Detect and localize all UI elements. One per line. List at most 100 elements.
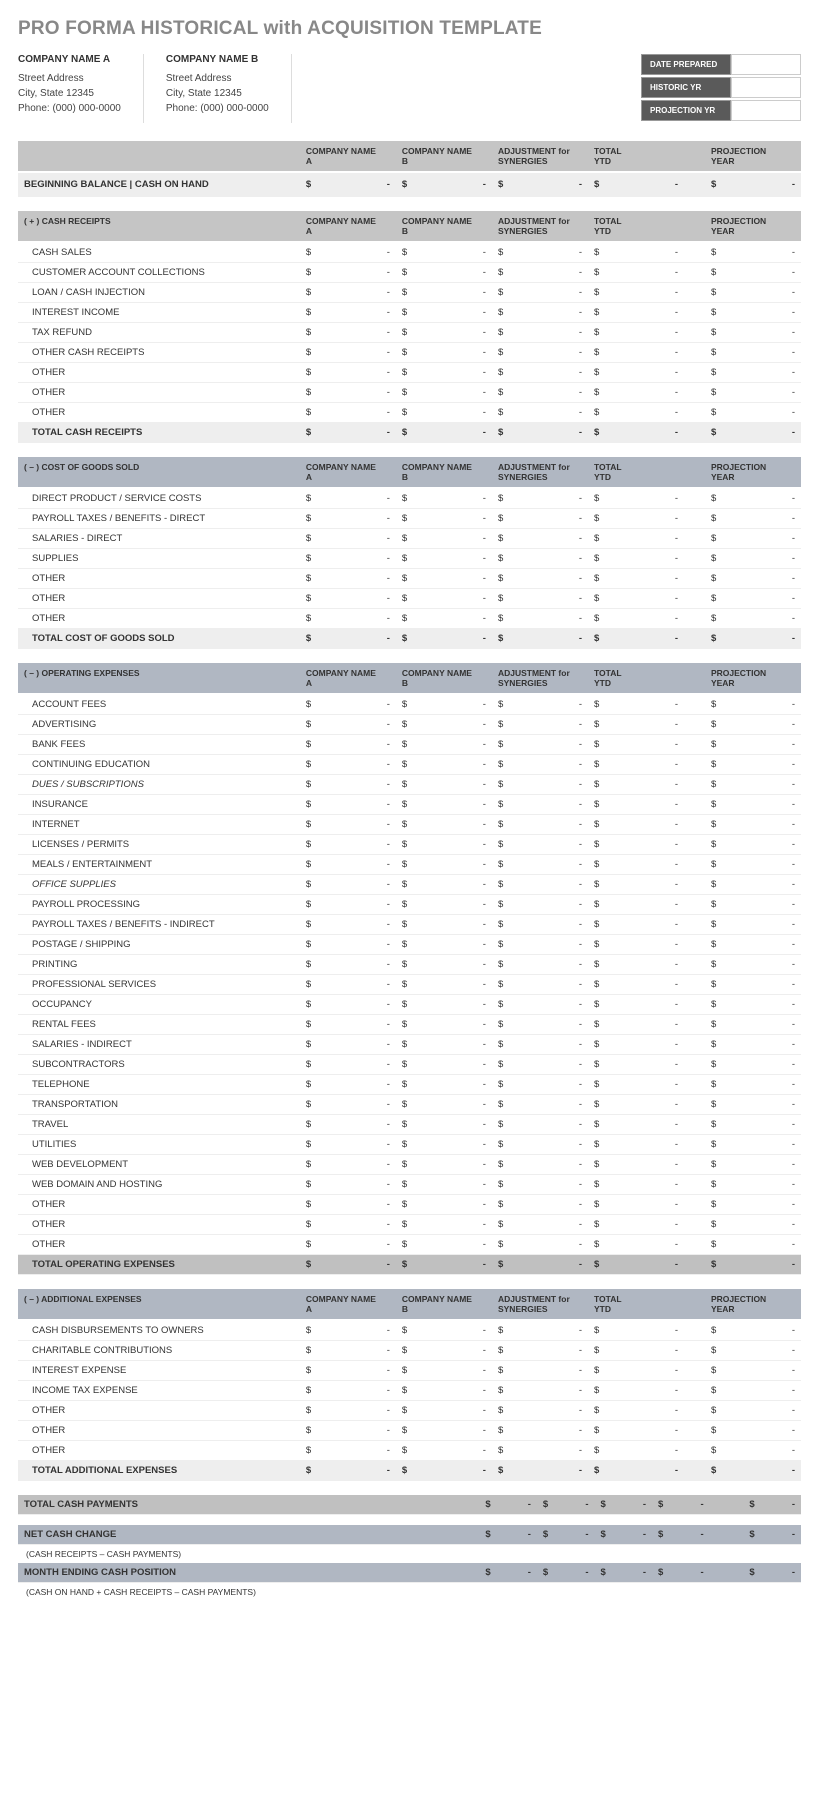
amount-cell[interactable]: $- xyxy=(492,875,588,895)
amount-cell[interactable]: $- xyxy=(492,1155,588,1175)
amount-cell[interactable]: $- xyxy=(396,488,492,509)
amount-cell[interactable]: $- xyxy=(705,549,801,569)
amount-cell[interactable]: $- xyxy=(705,795,801,815)
amount-cell[interactable]: $- xyxy=(588,895,684,915)
amount-cell[interactable]: $- xyxy=(300,694,396,715)
amount-cell[interactable]: $- xyxy=(396,1441,492,1461)
amount-cell[interactable]: $- xyxy=(300,1175,396,1195)
amount-cell[interactable]: $- xyxy=(588,915,684,935)
amount-cell[interactable]: $- xyxy=(588,1035,684,1055)
amount-cell[interactable]: $- xyxy=(300,423,396,443)
amount-cell[interactable]: $- xyxy=(300,1035,396,1055)
amount-cell[interactable]: $- xyxy=(492,283,588,303)
amount-cell[interactable]: $- xyxy=(588,1215,684,1235)
amount-cell[interactable]: $- xyxy=(396,1381,492,1401)
amount-cell[interactable]: $- xyxy=(705,855,801,875)
amount-cell[interactable]: $- xyxy=(588,323,684,343)
amount-cell[interactable]: $- xyxy=(300,343,396,363)
amount-cell[interactable]: $- xyxy=(396,895,492,915)
amount-cell[interactable]: $- xyxy=(396,529,492,549)
meta-historic-yr-value[interactable] xyxy=(731,77,801,98)
amount-cell[interactable]: $- xyxy=(479,1495,537,1515)
amount-cell[interactable]: $- xyxy=(594,1563,652,1583)
amount-cell[interactable]: $- xyxy=(705,629,801,649)
amount-cell[interactable]: $- xyxy=(705,935,801,955)
amount-cell[interactable]: $- xyxy=(492,1461,588,1481)
amount-cell[interactable]: $- xyxy=(588,343,684,363)
amount-cell[interactable]: $- xyxy=(492,1075,588,1095)
meta-projection-yr-value[interactable] xyxy=(731,100,801,121)
amount-cell[interactable]: $- xyxy=(705,995,801,1015)
amount-cell[interactable]: $- xyxy=(300,383,396,403)
amount-cell[interactable]: $- xyxy=(300,363,396,383)
amount-cell[interactable]: $- xyxy=(300,1075,396,1095)
amount-cell[interactable]: $- xyxy=(396,1255,492,1275)
amount-cell[interactable]: $- xyxy=(300,895,396,915)
amount-cell[interactable]: $- xyxy=(396,694,492,715)
amount-cell[interactable]: $- xyxy=(492,343,588,363)
amount-cell[interactable]: $- xyxy=(396,549,492,569)
amount-cell[interactable]: $- xyxy=(588,609,684,629)
amount-cell[interactable]: $- xyxy=(705,915,801,935)
amount-cell[interactable]: $- xyxy=(396,303,492,323)
amount-cell[interactable]: $- xyxy=(652,1495,710,1515)
amount-cell[interactable]: $- xyxy=(705,755,801,775)
amount-cell[interactable]: $- xyxy=(300,1421,396,1441)
amount-cell[interactable]: $- xyxy=(396,1320,492,1341)
amount-cell[interactable]: $- xyxy=(705,1075,801,1095)
amount-cell[interactable]: $- xyxy=(396,1461,492,1481)
amount-cell[interactable]: $- xyxy=(743,1495,801,1515)
amount-cell[interactable]: $- xyxy=(396,589,492,609)
amount-cell[interactable]: $- xyxy=(705,1421,801,1441)
amount-cell[interactable]: $- xyxy=(705,263,801,283)
amount-cell[interactable]: $- xyxy=(588,629,684,649)
amount-cell[interactable]: $- xyxy=(588,1155,684,1175)
amount-cell[interactable]: $- xyxy=(300,1361,396,1381)
amount-cell[interactable]: $- xyxy=(588,263,684,283)
amount-cell[interactable]: $- xyxy=(300,629,396,649)
amount-cell[interactable]: $- xyxy=(396,263,492,283)
amount-cell[interactable]: $- xyxy=(705,1381,801,1401)
amount-cell[interactable]: $- xyxy=(705,975,801,995)
amount-cell[interactable]: $- xyxy=(705,488,801,509)
amount-cell[interactable]: $- xyxy=(396,855,492,875)
amount-cell[interactable]: $- xyxy=(396,735,492,755)
amount-cell[interactable]: $- xyxy=(479,1563,537,1583)
amount-cell[interactable]: $- xyxy=(492,1441,588,1461)
amount-cell[interactable]: $- xyxy=(588,383,684,403)
amount-cell[interactable]: $- xyxy=(300,1381,396,1401)
amount-cell[interactable]: $- xyxy=(492,569,588,589)
amount-cell[interactable]: $- xyxy=(492,815,588,835)
amount-cell[interactable]: $- xyxy=(492,383,588,403)
amount-cell[interactable]: $- xyxy=(492,1215,588,1235)
amount-cell[interactable]: $- xyxy=(743,1563,801,1583)
amount-cell[interactable]: $- xyxy=(492,529,588,549)
amount-cell[interactable]: $- xyxy=(492,609,588,629)
amount-cell[interactable]: $- xyxy=(588,1115,684,1135)
amount-cell[interactable]: $- xyxy=(705,1095,801,1115)
amount-cell[interactable]: $- xyxy=(492,1320,588,1341)
amount-cell[interactable]: $- xyxy=(705,172,801,197)
amount-cell[interactable]: $- xyxy=(300,403,396,423)
amount-cell[interactable]: $- xyxy=(492,1361,588,1381)
amount-cell[interactable]: $- xyxy=(396,363,492,383)
amount-cell[interactable]: $- xyxy=(705,529,801,549)
amount-cell[interactable]: $- xyxy=(492,303,588,323)
amount-cell[interactable]: $- xyxy=(705,1441,801,1461)
amount-cell[interactable]: $- xyxy=(300,755,396,775)
amount-cell[interactable]: $- xyxy=(300,855,396,875)
amount-cell[interactable]: $- xyxy=(300,1155,396,1175)
amount-cell[interactable]: $- xyxy=(300,815,396,835)
amount-cell[interactable]: $- xyxy=(396,242,492,263)
amount-cell[interactable]: $- xyxy=(588,242,684,263)
amount-cell[interactable]: $- xyxy=(492,1235,588,1255)
amount-cell[interactable]: $- xyxy=(588,1461,684,1481)
amount-cell[interactable]: $- xyxy=(300,995,396,1015)
amount-cell[interactable]: $- xyxy=(396,383,492,403)
amount-cell[interactable]: $- xyxy=(396,1135,492,1155)
amount-cell[interactable]: $- xyxy=(492,735,588,755)
amount-cell[interactable]: $- xyxy=(492,1175,588,1195)
amount-cell[interactable]: $- xyxy=(300,1441,396,1461)
amount-cell[interactable]: $- xyxy=(396,835,492,855)
amount-cell[interactable]: $- xyxy=(492,323,588,343)
